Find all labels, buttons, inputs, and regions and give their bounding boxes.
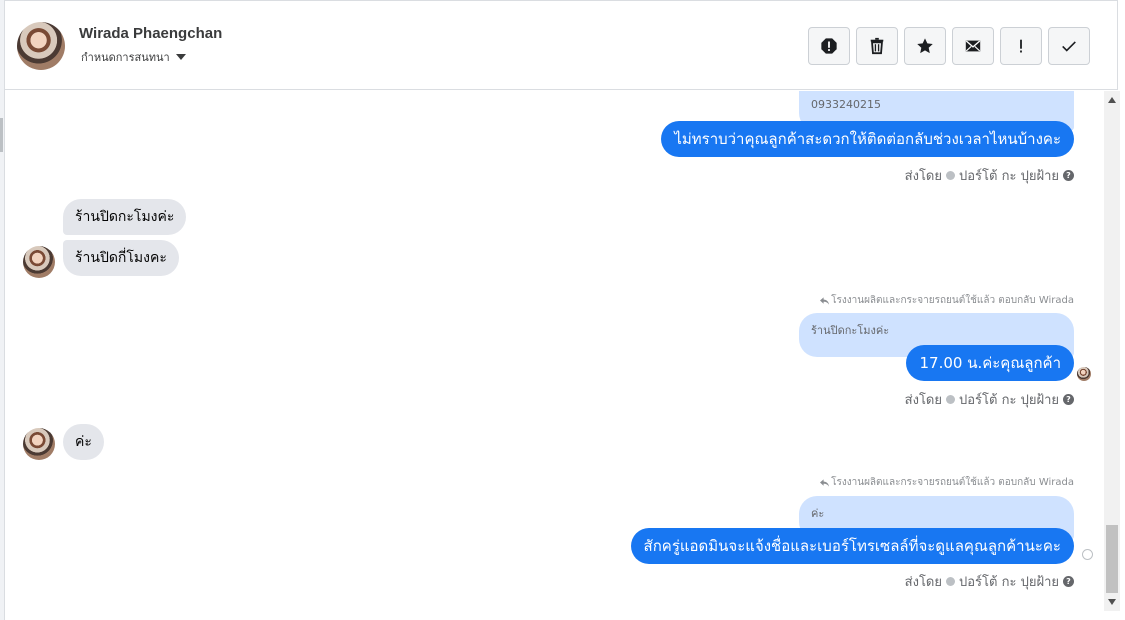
reply-context: โรงงานผลิตและกระจายรถยนต์ใช้แล้ว ตอบกลับ… — [820, 293, 1074, 308]
star-icon — [917, 38, 933, 54]
verified-icon — [946, 171, 955, 180]
sent-by-label: ส่งโดย — [904, 575, 942, 590]
quoted-text: ร้านปิดกะโมงค่ะ — [811, 324, 890, 337]
sent-by-label: ส่งโดย — [904, 169, 942, 184]
delivered-icon — [1082, 549, 1093, 560]
reply-context-text: โรงงานผลิตและกระจายรถยนต์ใช้แล้ว ตอบกลับ… — [831, 295, 1074, 306]
sent-by-info: ส่งโดย ปอร์โต้ กะ ปุยฝ้าย ? — [905, 165, 1074, 186]
exclamation-icon — [1020, 39, 1022, 53]
follow-up-button[interactable] — [1000, 27, 1042, 65]
mail-icon — [965, 40, 981, 52]
mark-unread-button[interactable] — [952, 27, 994, 65]
sent-by-label: ส่งโดย — [904, 393, 942, 408]
caret-down-icon — [175, 54, 186, 60]
help-icon[interactable]: ? — [1063, 576, 1074, 587]
help-icon[interactable]: ? — [1063, 170, 1074, 181]
reply-context-text: โรงงานผลิตและกระจายรถยนต์ใช้แล้ว ตอบกลับ… — [831, 477, 1074, 488]
mark-spam-button[interactable] — [808, 27, 850, 65]
quoted-text: 0933240215 — [811, 98, 881, 111]
conversation-header: Wirada Phaengchan กำหนดการสนทนา — [5, 0, 1118, 90]
help-icon[interactable]: ? — [1063, 394, 1074, 405]
conversation-toolbar — [808, 27, 1090, 65]
incoming-message[interactable]: ค่ะ — [63, 424, 104, 460]
sent-by-info: ส่งโดย ปอร์โต้ กะ ปุยฝ้าย ? — [905, 389, 1074, 410]
sender-name[interactable]: ปอร์โต้ กะ ปุยฝ้าย — [959, 165, 1059, 186]
quoted-text: ค่ะ — [811, 507, 825, 520]
verified-icon — [946, 577, 955, 586]
seen-avatar — [1077, 367, 1091, 381]
incoming-message[interactable]: ร้านปิดกี่โมงคะ — [63, 240, 179, 276]
message-thread: 0933240215 ไม่ทราบว่าคุณลูกค้าสะดวกให้ติ… — [5, 91, 1104, 620]
contact-avatar[interactable] — [17, 22, 65, 70]
assign-conversation-dropdown[interactable]: กำหนดการสนทนา — [81, 48, 186, 66]
scroll-thumb[interactable] — [1106, 525, 1118, 593]
left-panel-handle[interactable] — [0, 118, 3, 152]
scroll-down-arrow-icon[interactable] — [1108, 599, 1116, 605]
checkmark-icon — [1062, 41, 1076, 52]
verified-icon — [946, 395, 955, 404]
sent-by-info: ส่งโดย ปอร์โต้ กะ ปุยฝ้าย ? — [905, 571, 1074, 592]
contact-name[interactable]: Wirada Phaengchan — [79, 25, 222, 42]
scroll-up-arrow-icon[interactable] — [1108, 97, 1116, 103]
sender-name[interactable]: ปอร์โต้ กะ ปุยฝ้าย — [959, 389, 1059, 410]
contact-avatar-small[interactable] — [23, 428, 55, 460]
contact-avatar-small[interactable] — [23, 246, 55, 278]
outgoing-message[interactable]: สักครู่แอดมินจะแจ้งชื่อและเบอร์โทรเซลล์ท… — [630, 528, 1074, 564]
incoming-message[interactable]: ร้านปิดกะโมงค่ะ — [63, 199, 187, 235]
reply-context: โรงงานผลิตและกระจายรถยนต์ใช้แล้ว ตอบกลับ… — [820, 475, 1074, 490]
reply-arrow-icon — [820, 296, 830, 305]
outgoing-message[interactable]: ไม่ทราบว่าคุณลูกค้าสะดวกให้ติดต่อกลับช่ว… — [661, 121, 1074, 157]
assign-conversation-label: กำหนดการสนทนา — [81, 51, 170, 64]
thread-scrollbar[interactable] — [1104, 91, 1120, 611]
mark-done-button[interactable] — [1048, 27, 1090, 65]
sender-name[interactable]: ปอร์โต้ กะ ปุยฝ้าย — [959, 571, 1059, 592]
reply-arrow-icon — [820, 478, 830, 487]
delete-button[interactable] — [856, 27, 898, 65]
outgoing-message[interactable]: 17.00 น.ค่ะคุณลูกค้า — [906, 345, 1074, 381]
trash-icon — [870, 37, 884, 55]
spam-icon — [821, 38, 837, 54]
star-button[interactable] — [904, 27, 946, 65]
